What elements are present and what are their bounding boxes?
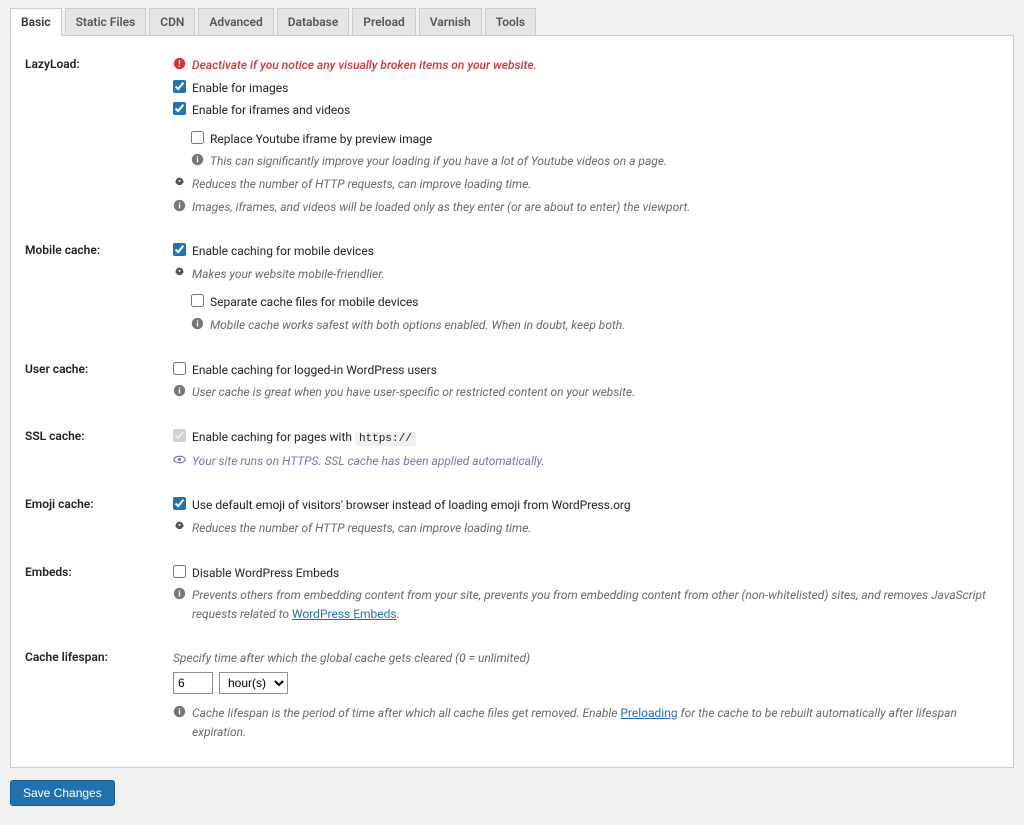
ssl-code: https:// <box>355 432 416 446</box>
mobile-friendlier: Makes your website mobile-friendlier. <box>192 265 385 284</box>
label-mobile-separate: Separate cache files for mobile devices <box>210 293 418 312</box>
label-replace-youtube: Replace Youtube iframe by preview image <box>210 130 432 149</box>
yt-desc: This can significantly improve your load… <box>210 152 667 171</box>
checkbox-ssl-enable <box>173 429 186 442</box>
link-preloading[interactable]: Preloading <box>620 706 677 720</box>
label-ssl: SSL cache: <box>25 428 173 475</box>
lifespan-spec: Specify time after which the global cach… <box>173 649 999 668</box>
row-ssl: SSL cache: Enable caching for pages with… <box>25 428 999 475</box>
label-mobile: Mobile cache: <box>25 242 173 338</box>
label-mobile-enable: Enable caching for mobile devices <box>192 242 374 261</box>
row-emoji: Emoji cache: Use default emoji of visito… <box>25 496 999 541</box>
label-lazyload: LazyLoad: <box>25 56 173 220</box>
lazyload-reduces: Reduces the number of HTTP requests, can… <box>192 175 531 194</box>
checkbox-mobile-enable[interactable] <box>173 243 186 256</box>
row-embeds: Embeds: Disable WordPress Embeds Prevent… <box>25 564 999 628</box>
checkbox-replace-youtube[interactable] <box>191 131 204 144</box>
rocket-icon <box>173 266 186 279</box>
label-user-enable: Enable caching for logged-in WordPress u… <box>192 361 437 380</box>
label-embeds-disable: Disable WordPress Embeds <box>192 564 339 583</box>
checkbox-user-enable[interactable] <box>173 362 186 375</box>
label-lifespan: Cache lifespan: <box>25 649 173 745</box>
tab-basic[interactable]: Basic <box>10 8 62 36</box>
rocket-icon <box>173 520 186 533</box>
checkbox-embeds-disable[interactable] <box>173 565 186 578</box>
info-icon <box>191 153 204 166</box>
link-wp-embeds[interactable]: WordPress Embeds <box>292 607 397 621</box>
eye-icon <box>173 453 186 466</box>
tab-database[interactable]: Database <box>277 8 350 35</box>
row-lifespan: Cache lifespan: Specify time after which… <box>25 649 999 745</box>
lazyload-warning: Deactivate if you notice any visually br… <box>192 56 537 75</box>
tabs-nav: Basic Static Files CDN Advanced Database… <box>10 8 1014 35</box>
user-desc: User cache is great when you have user-s… <box>192 383 635 402</box>
tab-varnish[interactable]: Varnish <box>419 8 482 35</box>
lazyload-viewport: Images, iframes, and videos will be load… <box>192 198 690 217</box>
emoji-reduces: Reduces the number of HTTP requests, can… <box>192 519 531 538</box>
settings-panel: LazyLoad: Deactivate if you notice any v… <box>10 35 1014 768</box>
row-user: User cache: Enable caching for logged-in… <box>25 361 999 406</box>
tab-preload[interactable]: Preload <box>352 8 415 35</box>
info-icon <box>173 384 186 397</box>
rocket-icon <box>173 176 186 189</box>
label-ssl-enable: Enable caching for pages with https:// <box>192 428 416 448</box>
checkbox-enable-iframes[interactable] <box>173 102 186 115</box>
row-lazyload: LazyLoad: Deactivate if you notice any v… <box>25 56 999 220</box>
tab-cdn[interactable]: CDN <box>149 8 195 35</box>
mobile-safest: Mobile cache works safest with both opti… <box>210 316 625 335</box>
info-icon <box>173 587 186 600</box>
checkbox-enable-images[interactable] <box>173 80 186 93</box>
label-user: User cache: <box>25 361 173 406</box>
save-button[interactable]: Save Changes <box>10 780 115 806</box>
embeds-desc: Prevents others from embedding content f… <box>192 586 999 623</box>
ssl-desc: Your site runs on HTTPS. SSL cache has b… <box>192 452 545 471</box>
info-icon <box>191 317 204 330</box>
tab-advanced[interactable]: Advanced <box>198 8 273 35</box>
checkbox-mobile-separate[interactable] <box>191 294 204 307</box>
row-mobile: Mobile cache: Enable caching for mobile … <box>25 242 999 338</box>
tab-tools[interactable]: Tools <box>485 8 536 35</box>
info-icon <box>173 705 186 718</box>
lifespan-value-input[interactable] <box>173 672 213 694</box>
label-embeds: Embeds: <box>25 564 173 628</box>
checkbox-emoji-enable[interactable] <box>173 497 186 510</box>
lifespan-desc: Cache lifespan is the period of time aft… <box>192 704 999 741</box>
warning-icon <box>173 57 186 70</box>
tab-static-files[interactable]: Static Files <box>65 8 147 35</box>
label-enable-images: Enable for images <box>192 79 288 98</box>
label-enable-iframes: Enable for iframes and videos <box>192 101 350 120</box>
info-icon <box>173 199 186 212</box>
label-emoji: Emoji cache: <box>25 496 173 541</box>
label-emoji-enable: Use default emoji of visitors' browser i… <box>192 496 631 515</box>
lifespan-unit-select[interactable]: hour(s) <box>219 672 288 694</box>
